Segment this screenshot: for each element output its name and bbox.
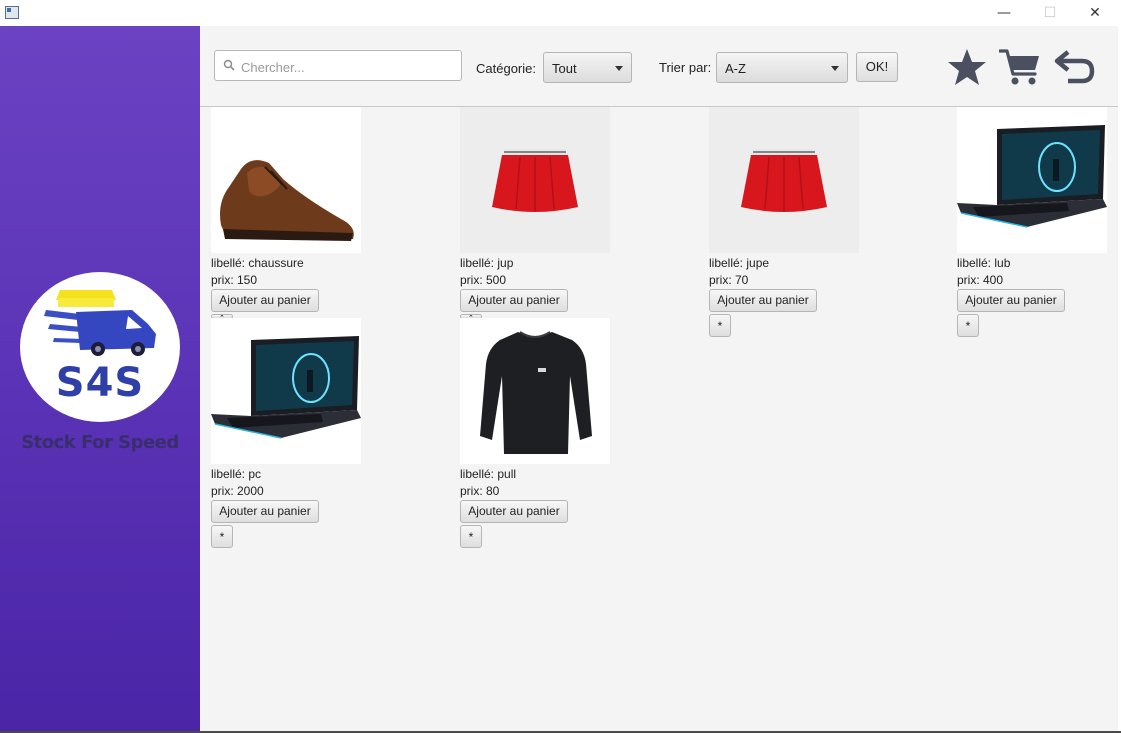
delivery-truck-icon [44, 290, 156, 356]
pullover-image [480, 331, 592, 454]
add-to-cart-button[interactable]: Ajouter au panier [460, 500, 568, 523]
product-image [211, 318, 361, 464]
brand-tagline: Stock For Speed [21, 432, 179, 453]
category-select-value: Tout [552, 61, 577, 76]
sort-select-value: A-Z [725, 61, 746, 76]
ok-button[interactable]: OK! [856, 52, 898, 82]
boot-image [220, 160, 354, 241]
add-to-cart-button[interactable]: Ajouter au panier [460, 289, 568, 312]
product-label: libellé: chaussure [211, 256, 304, 270]
laptop-image [211, 336, 361, 439]
product-price: prix: 70 [709, 273, 749, 287]
product-image [460, 318, 610, 464]
laptop-image [957, 125, 1107, 228]
product-card-jupe: libellé: jupe prix: 70 Ajouter au panier… [709, 107, 889, 347]
product-image [211, 107, 361, 253]
chevron-down-icon [831, 66, 839, 71]
favorite-button[interactable]: * [211, 525, 233, 548]
favorite-button[interactable]: * [460, 525, 482, 548]
search-icon [223, 59, 235, 71]
logo: S4S [20, 272, 180, 422]
product-price: prix: 500 [460, 273, 507, 287]
app-window-icon [5, 6, 19, 19]
favorite-button[interactable]: * [709, 314, 731, 337]
logo-text: S4S [55, 360, 145, 406]
back-arrow-icon[interactable] [1054, 46, 1096, 88]
product-card-chaussure: libellé: chaussure prix: 150 Ajouter au … [211, 107, 391, 347]
sidebar: S4S Stock For Speed [0, 26, 200, 733]
product-image [709, 107, 859, 253]
add-to-cart-button[interactable]: Ajouter au panier [957, 289, 1065, 312]
main-panel: Catégorie: Tout Trier par: A-Z OK! [200, 26, 1118, 731]
add-to-cart-button[interactable]: Ajouter au panier [211, 500, 319, 523]
product-label: libellé: pull [460, 467, 517, 481]
product-price: prix: 150 [211, 273, 258, 287]
product-image [460, 107, 610, 253]
skirt-image [741, 149, 827, 212]
star-icon[interactable] [946, 46, 988, 88]
sort-select[interactable]: A-Z [716, 52, 848, 83]
category-label: Catégorie: [476, 61, 536, 76]
product-card-jup: libellé: jup prix: 500 Ajouter au panier… [460, 107, 640, 347]
category-select[interactable]: Tout [543, 52, 632, 83]
toolbar: Catégorie: Tout Trier par: A-Z OK! [200, 26, 1118, 107]
maximize-button: ☐ [1043, 5, 1057, 21]
search-input[interactable] [239, 56, 458, 78]
product-label: libellé: lub [957, 256, 1011, 270]
search-box[interactable] [214, 50, 462, 81]
product-price: prix: 400 [957, 273, 1004, 287]
product-card-pc: libellé: pc prix: 2000 Ajouter au panier… [211, 318, 391, 558]
sort-label: Trier par: [659, 60, 712, 75]
product-price: prix: 2000 [211, 484, 264, 498]
product-image [957, 107, 1107, 253]
cart-icon[interactable] [999, 46, 1041, 88]
product-label: libellé: jupe [709, 256, 770, 270]
product-label: libellé: jup [460, 256, 514, 270]
product-price: prix: 80 [460, 484, 500, 498]
add-to-cart-button[interactable]: Ajouter au panier [709, 289, 817, 312]
minimize-button[interactable]: — [981, 0, 1027, 26]
chevron-down-icon [615, 66, 623, 71]
favorite-button[interactable]: * [957, 314, 979, 337]
close-button[interactable]: ✕ [1072, 0, 1118, 26]
add-to-cart-button[interactable]: Ajouter au panier [211, 289, 319, 312]
window-titlebar: — ☐ ✕ [0, 0, 1121, 26]
product-card-pull: libellé: pull prix: 80 Ajouter au panier… [460, 318, 640, 558]
product-label: libellé: pc [211, 467, 262, 481]
skirt-image [492, 149, 578, 212]
product-card-lub: libellé: lub prix: 400 Ajouter au panier… [957, 107, 1121, 347]
